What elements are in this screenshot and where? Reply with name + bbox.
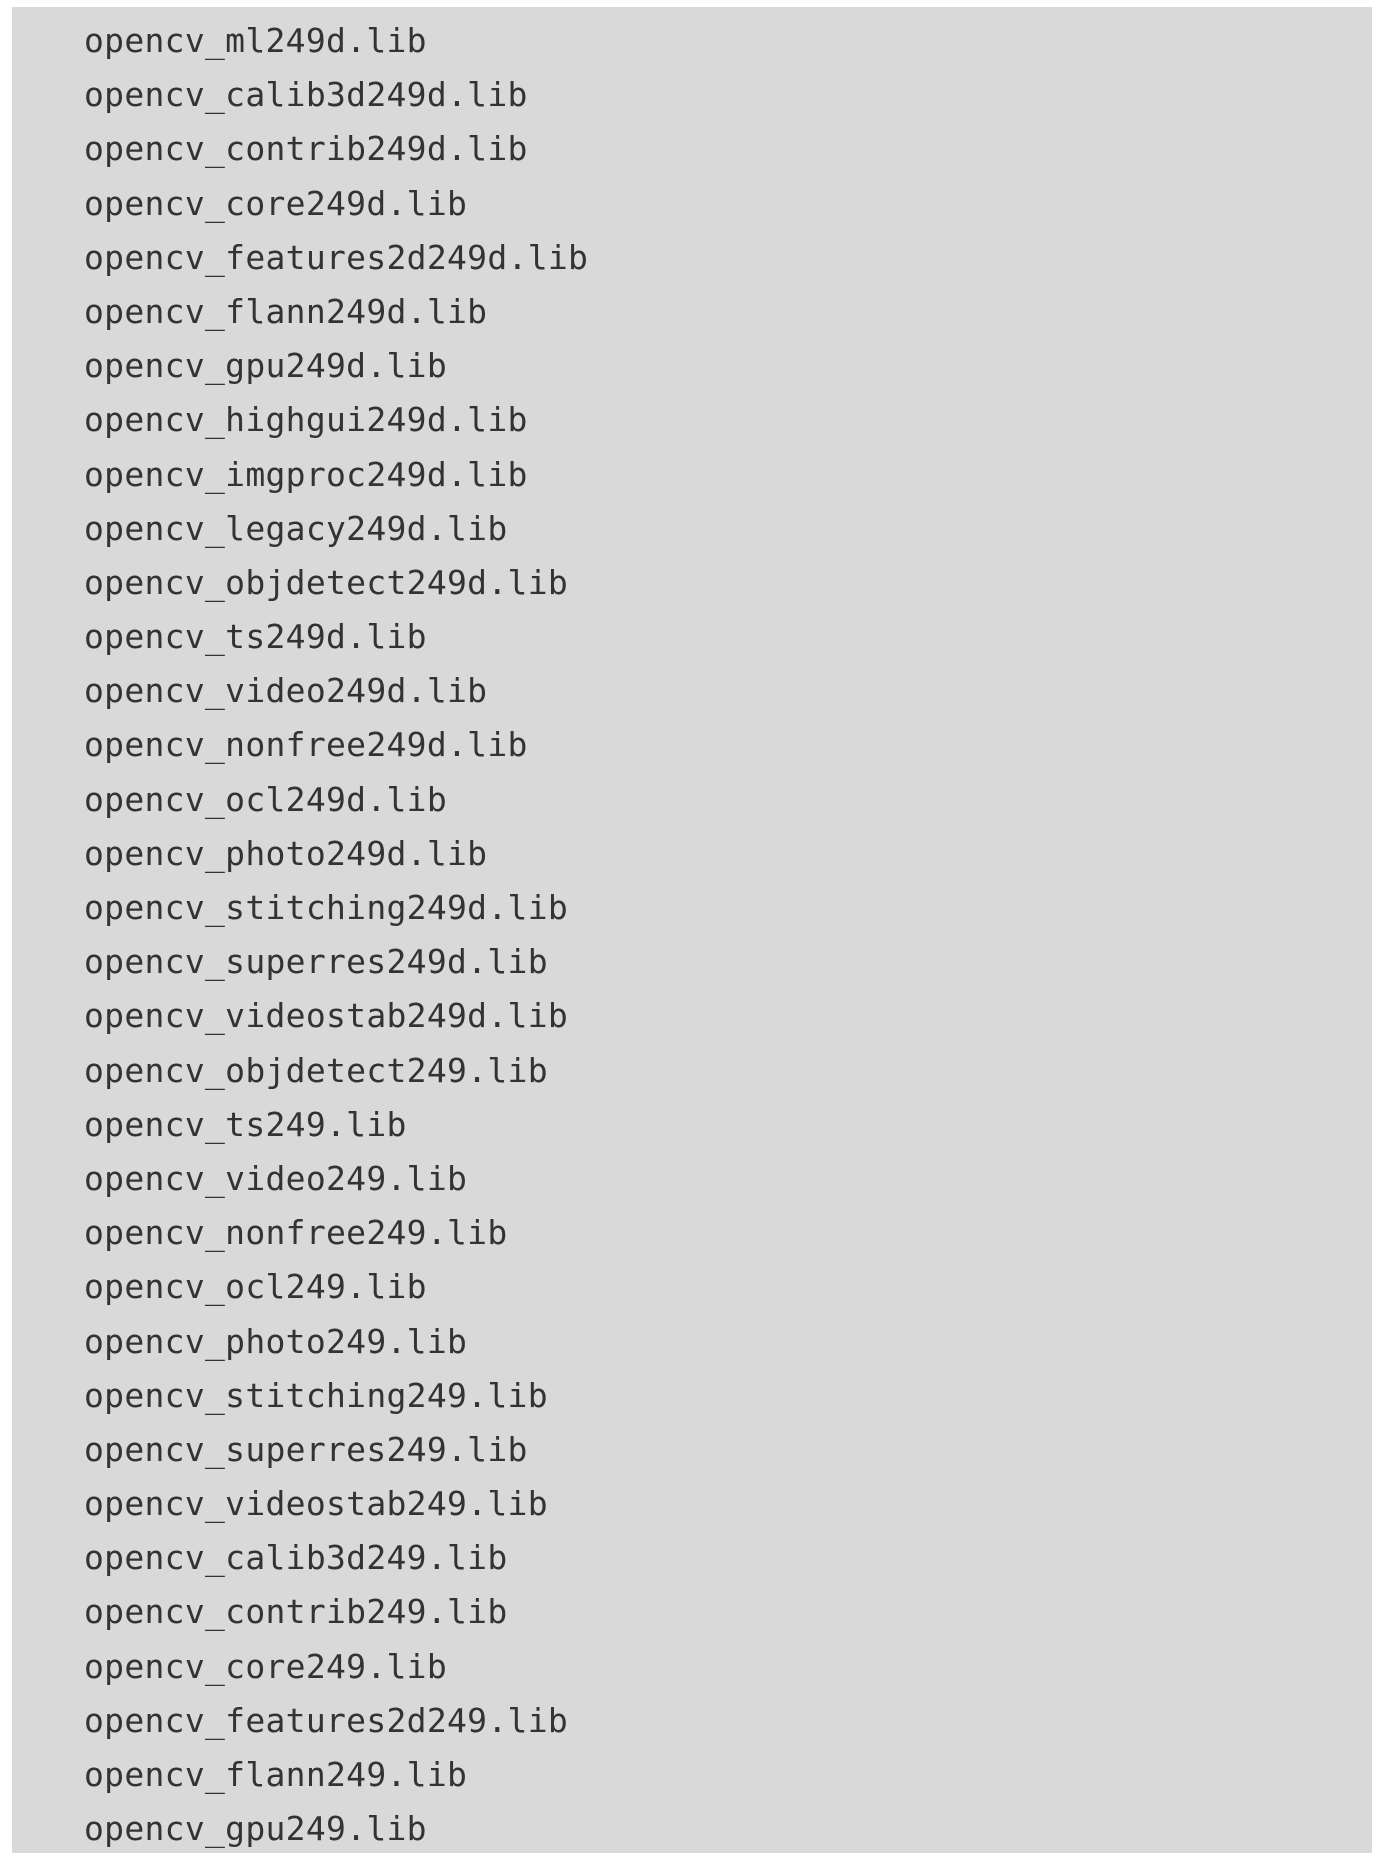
code-line: opencv_ocl249d.lib: [84, 779, 448, 819]
code-line: opencv_video249d.lib: [84, 671, 488, 711]
code-line: opencv_calib3d249.lib: [84, 1538, 508, 1578]
code-line: opencv_objdetect249d.lib: [84, 562, 569, 602]
code-line: opencv_gpu249d.lib: [84, 346, 448, 386]
code-line: opencv_highgui249d.lib: [84, 400, 528, 440]
code-line: opencv_ocl249.lib: [84, 1267, 427, 1307]
code-line: opencv_nonfree249.lib: [84, 1213, 508, 1253]
code-line: opencv_gpu249.lib: [84, 1809, 427, 1849]
code-line: opencv_contrib249d.lib: [84, 129, 528, 169]
code-line: opencv_video249.lib: [84, 1158, 468, 1198]
code-line: opencv_stitching249d.lib: [84, 888, 569, 927]
code-line: opencv_core249.lib: [84, 1646, 448, 1686]
code-line: opencv_videostab249.lib: [84, 1484, 548, 1524]
code-line: opencv_flann249.lib: [84, 1755, 468, 1794]
code-block: opencv_ml249d.lib opencv_calib3d249d.lib…: [12, 7, 1372, 1853]
code-line: opencv_photo249d.lib: [84, 833, 488, 873]
code-line: opencv_features2d249.lib: [84, 1700, 569, 1740]
code-line: opencv_stitching249.lib: [84, 1375, 548, 1415]
code-line: opencv_superres249d.lib: [84, 942, 548, 982]
code-line: opencv_objdetect249.lib: [84, 1050, 548, 1090]
code-line: opencv_videostab249d.lib: [84, 996, 569, 1036]
code-line: opencv_features2d249d.lib: [84, 237, 589, 277]
code-line: opencv_calib3d249d.lib: [84, 75, 528, 115]
code-line: opencv_superres249.lib: [84, 1429, 528, 1469]
code-line: opencv_ts249d.lib: [84, 617, 427, 657]
code-line: opencv_contrib249.lib: [84, 1592, 508, 1632]
code-line: opencv_flann249d.lib: [84, 291, 488, 331]
code-line: opencv_ml249d.lib: [84, 21, 427, 60]
code-line: opencv_legacy249d.lib: [84, 508, 508, 548]
code-line: opencv_imgproc249d.lib: [84, 454, 528, 494]
code-line: opencv_ts249.lib: [84, 1104, 407, 1144]
code-line: opencv_core249d.lib: [84, 183, 468, 223]
code-line: opencv_photo249.lib: [84, 1321, 468, 1361]
code-line: opencv_nonfree249d.lib: [84, 725, 528, 765]
